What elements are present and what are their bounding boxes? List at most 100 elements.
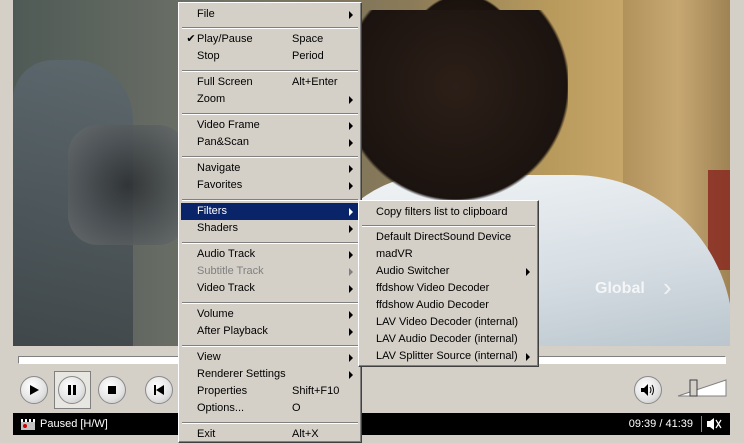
menu-item-shortcut: Alt+Enter	[292, 76, 338, 88]
menu-item-label: Audio Switcher	[376, 265, 450, 277]
menu-item-video-track[interactable]: Video Track	[181, 280, 359, 297]
menu-item-label: Renderer Settings	[197, 368, 286, 380]
menu-separator	[362, 225, 535, 227]
menu-item-label: Filters	[197, 205, 227, 217]
speaker-icon	[641, 384, 654, 396]
stop-icon	[108, 386, 116, 394]
play-icon	[30, 385, 39, 395]
audio-output-icon[interactable]	[706, 417, 722, 431]
menu-separator	[182, 156, 358, 158]
menu-item-audio-track[interactable]: Audio Track	[181, 246, 359, 263]
submenu-arrow-icon	[349, 208, 353, 216]
menu-item-label: Stop	[197, 50, 220, 62]
menu-item-pan-scan[interactable]: Pan&Scan	[181, 134, 359, 151]
filter-item-ffdshow-video-decoder[interactable]: ffdshow Video Decoder	[361, 280, 536, 297]
filter-item-madvr[interactable]: madVR	[361, 246, 536, 263]
menu-item-label: Audio Track	[197, 248, 256, 260]
context-menu: File ✔ Play/Pause Space Stop Period Full Scree…	[178, 2, 362, 443]
submenu-arrow-icon	[349, 251, 353, 259]
submenu-arrow-icon	[349, 122, 353, 130]
volume-thumb[interactable]	[689, 379, 698, 397]
menu-item-filters[interactable]: Filters	[181, 203, 359, 220]
menu-item-label: View	[197, 351, 221, 363]
menu-item-volume[interactable]: Volume	[181, 306, 359, 323]
menu-item-label: Zoom	[197, 93, 226, 105]
menu-item-label: Pan&Scan	[197, 136, 249, 148]
menu-item-label: Full Screen	[197, 76, 253, 88]
status-text: Paused [H/W]	[40, 418, 108, 430]
menu-item-label: Default DirectSound Device	[376, 231, 512, 243]
menu-item-file[interactable]: File	[181, 6, 359, 23]
submenu-arrow-icon	[349, 182, 353, 190]
filter-item-lav-audio-decoder-internal[interactable]: LAV Audio Decoder (internal)	[361, 331, 536, 348]
menu-item-shortcut: O	[292, 402, 301, 414]
menu-item-properties[interactable]: Properties Shift+F10	[181, 383, 359, 400]
menu-item-play-pause[interactable]: ✔ Play/Pause Space	[181, 31, 359, 48]
submenu-arrow-icon	[349, 371, 353, 379]
menu-item-label: Options...	[197, 402, 245, 414]
filters-submenu: Copy filters list to clipboard Default Di…	[358, 200, 539, 367]
filter-item-copy-filters-list-to-clipboard[interactable]: Copy filters list to clipboard	[361, 204, 536, 221]
menu-item-label: Video Track	[197, 282, 255, 294]
menu-item-label: File	[197, 8, 215, 20]
menu-separator	[182, 422, 358, 424]
menu-item-label: Properties	[197, 385, 248, 397]
submenu-arrow-icon	[349, 139, 353, 147]
skip-previous-icon	[154, 385, 164, 395]
status-bar: Paused [H/W] 09:39 / 41:39	[13, 413, 730, 435]
channel-watermark: Global	[595, 280, 645, 297]
pause-button[interactable]	[58, 376, 86, 404]
menu-item-label: Favorites	[197, 179, 243, 191]
menu-item-stop[interactable]: Stop Period	[181, 48, 359, 65]
menu-separator	[182, 302, 358, 304]
menu-item-label: Copy filters list to clipboard	[376, 206, 508, 218]
submenu-arrow-icon	[349, 165, 353, 173]
menu-item-label: Subtitle Track	[197, 265, 264, 277]
filter-item-default-directsound-device[interactable]: Default DirectSound Device	[361, 229, 536, 246]
mute-button[interactable]	[634, 376, 662, 404]
menu-item-renderer-settings[interactable]: Renderer Settings	[181, 366, 359, 383]
menu-item-navigate[interactable]: Navigate	[181, 160, 359, 177]
menu-item-label: ffdshow Audio Decoder	[376, 299, 489, 311]
menu-item-full-screen[interactable]: Full Screen Alt+Enter	[181, 74, 359, 91]
menu-item-shaders[interactable]: Shaders	[181, 220, 359, 237]
menu-item-video-frame[interactable]: Video Frame	[181, 117, 359, 134]
filter-item-lav-video-decoder-internal[interactable]: LAV Video Decoder (internal)	[361, 314, 536, 331]
menu-separator	[182, 199, 358, 201]
menu-separator	[182, 242, 358, 244]
menu-item-exit[interactable]: Exit Alt+X	[181, 426, 359, 443]
filter-item-audio-switcher[interactable]: Audio Switcher	[361, 263, 536, 280]
film-clapper-icon	[21, 419, 35, 430]
play-button[interactable]	[20, 376, 48, 404]
menu-item-shortcut: Period	[292, 50, 324, 62]
menu-item-after-playback[interactable]: After Playback	[181, 323, 359, 340]
menu-item-view[interactable]: View	[181, 349, 359, 366]
menu-item-label: Exit	[197, 428, 216, 440]
checkmark-icon: ✔	[186, 33, 196, 45]
filter-item-lav-splitter-source-internal[interactable]: LAV Splitter Source (internal)	[361, 348, 536, 365]
volume-slider[interactable]	[676, 376, 728, 398]
menu-item-label: ffdshow Video Decoder	[376, 282, 490, 294]
menu-item-subtitle-track: Subtitle Track	[181, 263, 359, 280]
menu-item-zoom[interactable]: Zoom	[181, 91, 359, 108]
menu-item-label: LAV Splitter Source (internal)	[376, 350, 518, 362]
menu-item-label: Play/Pause	[197, 33, 253, 45]
video-head	[343, 10, 568, 200]
menu-item-options[interactable]: Options... O	[181, 400, 359, 417]
menu-item-shortcut: Shift+F10	[292, 385, 340, 397]
filter-item-ffdshow-audio-decoder[interactable]: ffdshow Audio Decoder	[361, 297, 536, 314]
menu-item-label: Shaders	[197, 222, 238, 234]
menu-item-label: Video Frame	[197, 119, 260, 131]
menu-item-favorites[interactable]: Favorites	[181, 177, 359, 194]
volume-track	[677, 379, 727, 397]
menu-separator	[182, 70, 358, 72]
previous-button[interactable]	[145, 376, 173, 404]
menu-item-label: LAV Video Decoder (internal)	[376, 316, 519, 328]
menu-item-label: LAV Audio Decoder (internal)	[376, 333, 518, 345]
stop-button[interactable]	[98, 376, 126, 404]
submenu-arrow-icon	[349, 328, 353, 336]
menu-item-label: Volume	[197, 308, 234, 320]
menu-item-shortcut: Alt+X	[292, 428, 319, 440]
menu-item-shortcut: Space	[292, 33, 324, 45]
submenu-arrow-icon	[349, 311, 353, 319]
